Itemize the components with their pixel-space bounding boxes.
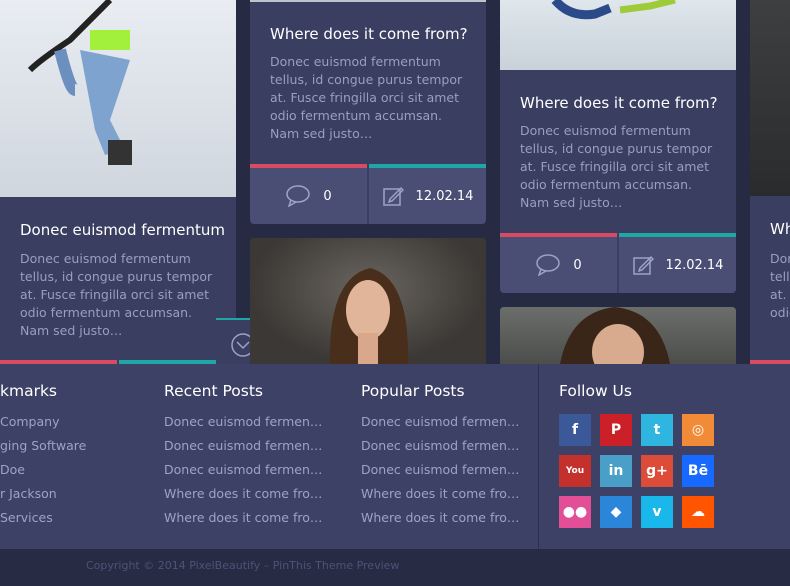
post-meta: 0 12.02.14: [500, 237, 736, 293]
bookmark-link[interactable]: ging Software: [0, 438, 86, 462]
post-image[interactable]: [250, 238, 486, 364]
dancer-photo: [27, 0, 132, 165]
page: Donec euismod fermentum Donec euismod fe…: [0, 0, 790, 586]
facebook-icon[interactable]: f: [559, 414, 591, 446]
bookmark-link[interactable]: Company: [0, 414, 86, 438]
excerpt-line: tellu: [770, 269, 790, 284]
post-card[interactable]: [250, 238, 486, 364]
social-icons: f Pt ◎ You in g+ Bē ●● ◆ v ☁: [559, 414, 719, 534]
edit-icon: [632, 255, 654, 275]
instagram-icon[interactable]: ◎: [682, 414, 714, 446]
post-image[interactable]: [500, 307, 736, 364]
footer: kmarks Company ging Software Doe r Jacks…: [0, 364, 790, 549]
comment-icon: [286, 185, 311, 207]
post-excerpt: Donec euismod fermentum tellus, id congu…: [270, 54, 463, 141]
excerpt-line: odio: [770, 305, 790, 320]
post-title[interactable]: Where does it come from?: [520, 94, 718, 112]
popular-posts-list: Donec euismod fermen… Donec euismod ferm…: [361, 414, 519, 534]
post-card[interactable]: Wh Dor tellu at. F odio: [750, 0, 790, 364]
post-excerpt: Dor tellu at. F odio: [770, 250, 790, 322]
post-card[interactable]: [500, 307, 736, 364]
popular-post-link[interactable]: Where does it come fro…: [361, 486, 519, 510]
bookmark-link[interactable]: Services: [0, 510, 86, 534]
jumping-person-photo: [551, 0, 676, 20]
pinterest-icon[interactable]: P: [600, 414, 632, 446]
date-link[interactable]: 12.02.14: [619, 237, 736, 293]
behance-icon[interactable]: Bē: [682, 455, 714, 487]
linkedin-icon[interactable]: in: [600, 455, 632, 487]
comments-link[interactable]: 0: [250, 168, 367, 224]
post-card[interactable]: Where does it come from? Donec euismod f…: [500, 0, 736, 293]
excerpt-line: at. F: [770, 287, 790, 302]
copyright-bar: Copyright © 2014 PixelBeautify – PinThis…: [0, 549, 790, 586]
edit-icon: [382, 186, 404, 206]
post-meta: 0 12.02.14: [250, 168, 486, 224]
soundcloud-icon[interactable]: ☁: [682, 496, 714, 528]
bookmarks-list: Company ging Software Doe r Jackson Serv…: [0, 414, 86, 534]
follow-us-heading: Follow Us: [559, 382, 632, 400]
popular-posts-heading: Popular Posts: [361, 382, 465, 400]
popular-post-link[interactable]: Where does it come fro…: [361, 510, 519, 534]
comment-icon: [536, 254, 561, 276]
post-title[interactable]: Where does it come from?: [270, 25, 468, 43]
woman-portrait-photo: [560, 307, 670, 364]
recent-posts-heading: Recent Posts: [164, 382, 264, 400]
post-date: 12.02.14: [415, 188, 474, 204]
recent-post-link[interactable]: Donec euismod fermen…: [164, 414, 322, 438]
popular-post-link[interactable]: Donec euismod fermen…: [361, 462, 519, 486]
post-card[interactable]: Donec euismod fermentum Donec euismod fe…: [0, 0, 236, 364]
post-image[interactable]: [0, 0, 236, 197]
post-title[interactable]: Wh: [770, 220, 790, 238]
youtube-icon[interactable]: You: [559, 455, 591, 487]
recent-post-link[interactable]: Donec euismod fermen…: [164, 438, 322, 462]
bookmark-link[interactable]: r Jackson: [0, 486, 86, 510]
woman-portrait-photo: [329, 268, 409, 364]
popular-post-link[interactable]: Donec euismod fermen…: [361, 414, 519, 438]
googleplus-icon[interactable]: g+: [641, 455, 673, 487]
post-excerpt: Donec euismod fermentum tellus, id congu…: [520, 123, 713, 210]
footer-divider: [538, 364, 539, 549]
recent-post-link[interactable]: Donec euismod fermen…: [164, 462, 322, 486]
bookmarks-heading: kmarks: [0, 382, 57, 400]
date-link[interactable]: 12.02.14: [369, 168, 486, 224]
bookmark-link[interactable]: Doe: [0, 462, 86, 486]
feedly-icon[interactable]: ◆: [600, 496, 632, 528]
post-excerpt: Donec euismod fermentum tellus, id congu…: [20, 251, 213, 338]
comment-count: 0: [323, 188, 332, 204]
post-image[interactable]: [250, 0, 486, 2]
post-image[interactable]: [750, 0, 790, 196]
excerpt-line: Dor: [770, 251, 790, 266]
flickr-icon[interactable]: ●●: [559, 496, 591, 528]
recent-post-link[interactable]: Where does it come fro…: [164, 486, 322, 510]
post-image[interactable]: [500, 0, 736, 70]
copyright-text: Copyright © 2014 PixelBeautify – PinThis…: [86, 559, 400, 572]
post-title[interactable]: Donec euismod fermentum: [20, 221, 225, 239]
twitter-icon[interactable]: t: [641, 414, 673, 446]
recent-posts-list: Donec euismod fermen… Donec euismod ferm…: [164, 414, 322, 534]
recent-post-link[interactable]: Where does it come fro…: [164, 510, 322, 534]
comments-link[interactable]: 0: [500, 237, 617, 293]
vimeo-icon[interactable]: v: [641, 496, 673, 528]
popular-post-link[interactable]: Donec euismod fermen…: [361, 438, 519, 462]
comment-count: 0: [573, 257, 582, 273]
post-date: 12.02.14: [665, 257, 724, 273]
post-card[interactable]: Where does it come from? Donec euismod f…: [250, 0, 486, 224]
